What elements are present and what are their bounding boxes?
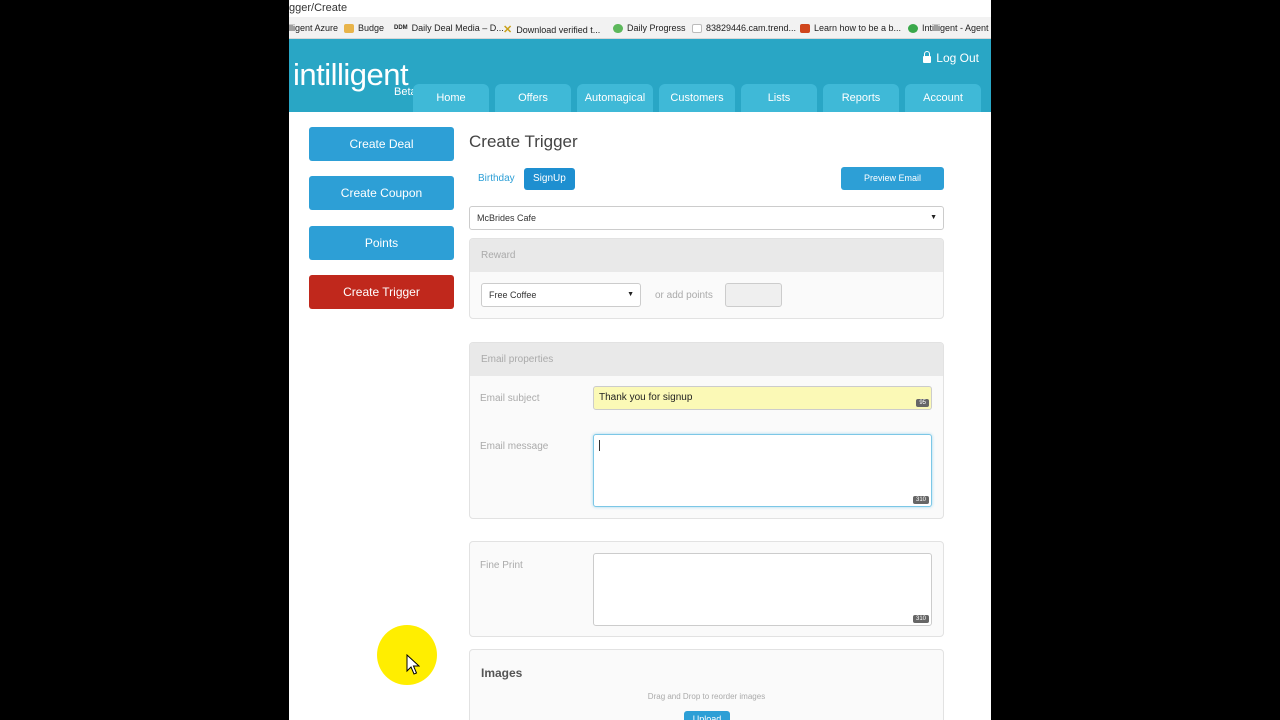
tab-lists[interactable]: Lists [741, 84, 817, 112]
create-coupon-button[interactable]: Create Coupon [309, 176, 454, 210]
email-message-textarea[interactable]: 310 [593, 434, 932, 507]
bookmark-label: Daily Progress [627, 23, 686, 33]
images-heading: Images [481, 666, 523, 680]
ddm-icon: DDM [394, 25, 408, 31]
subject-char-counter: 95 [916, 399, 929, 407]
images-panel: Images Drag and Drop to reorder images U… [469, 649, 944, 720]
fine-print-textarea[interactable]: 310 [593, 553, 932, 626]
logout-label: Log Out [936, 51, 979, 65]
location-select-value: McBrides Cafe [477, 213, 537, 223]
bookmark-label: Daily Deal Media – D... [411, 23, 504, 33]
main-nav: Home Offers Automagical Customers Lists … [413, 84, 981, 112]
points-button[interactable]: Points [309, 226, 454, 260]
tab-birthday[interactable]: Birthday [469, 168, 524, 190]
bookmark-label: Learn how to be a b... [814, 23, 902, 33]
fine-print-label: Fine Print [480, 560, 523, 571]
bookmark-learn[interactable]: Learn how to be a b... [800, 23, 901, 33]
email-subject-label: Email subject [480, 393, 540, 404]
browser-window: gger/Create lligent Azure Budge DDM Daily… [289, 0, 991, 720]
page-title: Create Trigger [469, 132, 578, 151]
bookmark-trend[interactable]: 83829446.cam.trend... [692, 23, 796, 33]
text-caret [599, 440, 600, 451]
bookmark-label: lligent Azure [289, 23, 339, 33]
bookmark-label: Download verified t... [516, 24, 601, 35]
mouse-pointer-icon [406, 654, 420, 675]
email-properties-heading: Email properties [470, 343, 943, 376]
points-input[interactable] [725, 283, 782, 307]
x-icon: ✕ [503, 24, 513, 36]
points-label: or add points [655, 290, 713, 301]
lock-icon [923, 51, 932, 63]
gear-icon [908, 23, 918, 33]
page-icon [692, 23, 702, 33]
email-subject-value: Thank you for signup [599, 392, 693, 403]
tab-automagical[interactable]: Automagical [577, 84, 653, 112]
message-char-counter: 310 [912, 496, 929, 504]
reward-heading: Reward [470, 239, 943, 272]
images-hint: Drag and Drop to reorder images [647, 692, 766, 701]
tab-customers[interactable]: Customers [659, 84, 735, 112]
reward-select[interactable]: Free Coffee ▼ [481, 283, 641, 307]
cloud-icon [613, 23, 623, 33]
bookmarks-bar: lligent Azure Budge DDM Daily Deal Media … [289, 17, 991, 39]
bookmark-label: Budge [358, 23, 385, 33]
reward-select-value: Free Coffee [489, 290, 537, 300]
create-trigger-button[interactable]: Create Trigger [309, 275, 454, 309]
bookmark-label: 83829446.cam.trend... [706, 23, 797, 33]
tab-signup[interactable]: SignUp [524, 168, 575, 190]
url-text: gger/Create [289, 2, 348, 14]
chevron-down-icon: ▼ [930, 214, 937, 221]
tab-offers[interactable]: Offers [495, 84, 571, 112]
email-message-label: Email message [480, 441, 549, 452]
tab-home[interactable]: Home [413, 84, 489, 112]
bookmark-daily-progress[interactable]: Daily Progress [613, 23, 686, 33]
chevron-down-icon: ▼ [627, 291, 634, 298]
tab-account[interactable]: Account [905, 84, 981, 112]
book-icon [800, 23, 810, 33]
bookmark-download[interactable]: ✕ Download verified t... [503, 23, 600, 36]
location-select[interactable]: McBrides Cafe ▼ [469, 206, 944, 230]
tab-reports[interactable]: Reports [823, 84, 899, 112]
bookmark-budge[interactable]: Budge [344, 23, 384, 33]
create-deal-button[interactable]: Create Deal [309, 127, 454, 161]
logo[interactable]: intilligent [293, 57, 409, 93]
logout-link[interactable]: Log Out [923, 51, 979, 65]
folder-icon [344, 23, 354, 33]
bookmark-label: Intilligent - Agent [922, 23, 989, 33]
fine-print-char-counter: 310 [912, 615, 929, 623]
preview-email-button[interactable]: Preview Email [841, 167, 944, 190]
address-bar[interactable]: gger/Create [289, 0, 991, 17]
bookmark-intilligent-agent[interactable]: Intilligent - Agent [908, 23, 989, 33]
site-header: intilligent Beta Log Out Home Offers Aut… [289, 39, 991, 112]
upload-button[interactable]: Upload [684, 711, 730, 720]
email-subject-field[interactable]: Thank you for signup 95 [593, 386, 932, 410]
bookmark-daily-deal-media[interactable]: DDM Daily Deal Media – D... [394, 23, 504, 33]
bookmark-azure[interactable]: lligent Azure [289, 23, 338, 33]
